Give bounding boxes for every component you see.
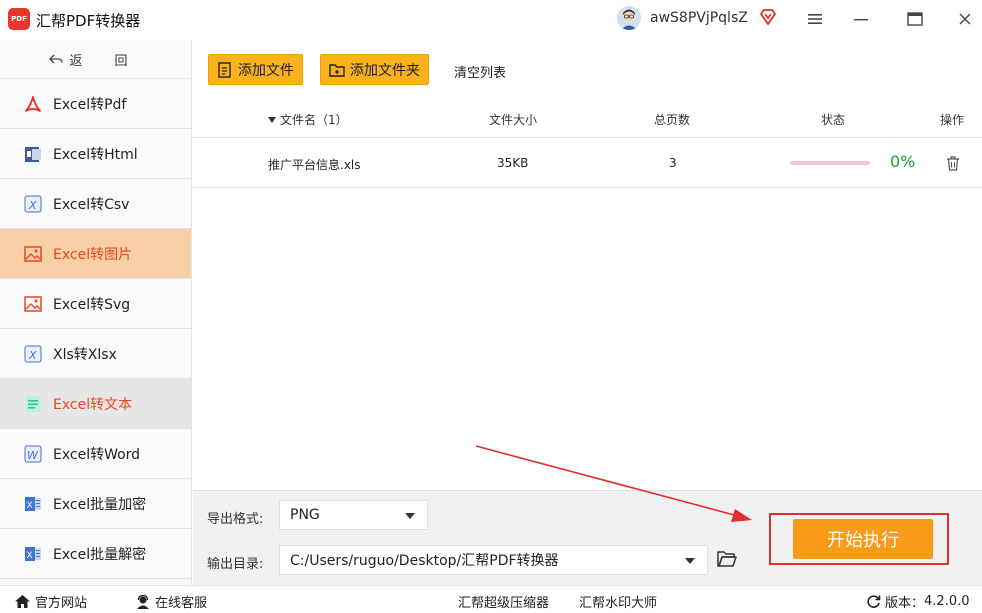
- column-header-status: 状态: [821, 113, 846, 127]
- column-header-action: 操作: [940, 113, 965, 127]
- toolbar: 添加文件 添加文件夹 清空列表: [193, 40, 982, 98]
- sidebar-item-excel-to-csv[interactable]: X Excel转Csv: [0, 179, 191, 229]
- vip-diamond-icon[interactable]: [759, 8, 777, 26]
- word-icon: W: [22, 443, 44, 465]
- sidebar-item-excel-to-text[interactable]: Excel转文本: [0, 379, 191, 429]
- title-bar: PDF 汇帮PDF转换器 awS8PVjPqlsZ: [0, 0, 982, 40]
- user-name[interactable]: awS8PVjPqlsZ: [650, 10, 748, 26]
- format-select-value: PNG: [290, 507, 320, 523]
- file-name: 推广平台信息.xls: [268, 158, 361, 172]
- excel-unlock-icon: X: [22, 543, 44, 565]
- output-dir-label: 输出目录:: [207, 557, 264, 572]
- svg-text:X: X: [27, 501, 33, 511]
- back-arrow-icon: [49, 54, 64, 64]
- svg-text:X: X: [28, 349, 37, 362]
- chevron-down-icon: [685, 558, 695, 564]
- start-button-highlight: 开始执行: [769, 513, 949, 565]
- sidebar-item-label: Excel转Word: [53, 446, 141, 463]
- chevron-down-icon: [405, 513, 415, 519]
- add-folder-button[interactable]: 添加文件夹: [320, 54, 429, 85]
- file-table-header: 文件名（1） 文件大小 总页数 状态 操作: [193, 100, 982, 138]
- minimize-icon[interactable]: [846, 6, 876, 32]
- customer-service-icon: [137, 594, 149, 609]
- footer: 官方网站 在线客服 汇帮超级压缩器 汇帮水印大师 版本： 4.2.0.0: [0, 585, 982, 613]
- home-icon: [15, 595, 30, 608]
- sidebar-item-label: Excel转图片: [53, 246, 133, 263]
- pdf-icon: [22, 93, 44, 115]
- app-title: 汇帮PDF转换器: [36, 12, 141, 30]
- support-link[interactable]: 在线客服: [135, 592, 207, 611]
- sidebar-item-label: Excel转Html: [53, 146, 138, 163]
- trash-icon[interactable]: [945, 155, 961, 171]
- close-icon[interactable]: [950, 6, 980, 32]
- add-folder-label: 添加文件夹: [350, 62, 420, 79]
- file-size: 35KB: [497, 156, 529, 170]
- add-file-button[interactable]: 添加文件: [208, 54, 303, 85]
- website-label: 官方网站: [35, 596, 88, 611]
- sidebar-item-label: Excel转Pdf: [53, 96, 127, 113]
- table-row[interactable]: 推广平台信息.xls 35KB 3 0%: [193, 139, 982, 188]
- sidebar-item-xls-to-xlsx[interactable]: X Xls转Xlsx: [0, 329, 191, 379]
- output-settings-panel: 导出格式: PNG 输出目录: C:/Users/ruguo/Desktop/汇…: [193, 490, 982, 585]
- sidebar-item-label: Excel转Csv: [53, 196, 130, 213]
- version-info: 版本： 4.2.0.0: [866, 592, 970, 611]
- sidebar-item-label: Xls转Xlsx: [53, 346, 117, 363]
- sidebar-item-label: Excel批量加密: [53, 496, 147, 513]
- column-header-name[interactable]: 文件名（1）: [268, 111, 348, 128]
- svg-text:W: W: [27, 449, 39, 462]
- app-logo: PDF: [8, 8, 30, 30]
- excel-icon: X: [22, 343, 44, 365]
- add-folder-icon: [329, 63, 345, 77]
- add-file-icon: [218, 61, 231, 78]
- sidebar-item-label: Excel转文本: [53, 396, 133, 413]
- output-dir-value: C:/Users/ruguo/Desktop/汇帮PDF转换器: [290, 553, 559, 569]
- sidebar-item-excel-to-svg[interactable]: Excel转Svg: [0, 279, 191, 329]
- sidebar: 返 回 Excel转Pdf Excel转Html X Excel转Csv Exc…: [0, 40, 192, 585]
- clear-list-button[interactable]: 清空列表: [454, 62, 506, 81]
- watermark-link[interactable]: 汇帮水印大师: [579, 592, 657, 611]
- start-button[interactable]: 开始执行: [793, 519, 933, 559]
- output-dir-select[interactable]: C:/Users/ruguo/Desktop/汇帮PDF转换器: [279, 545, 708, 575]
- svg-text:X: X: [27, 551, 33, 561]
- version-number: 4.2.0.0: [924, 594, 970, 609]
- progress-bar: [790, 161, 870, 165]
- sidebar-item-excel-to-word[interactable]: W Excel转Word: [0, 429, 191, 479]
- format-select[interactable]: PNG: [279, 500, 428, 530]
- maximize-icon[interactable]: [900, 6, 930, 32]
- sidebar-item-excel-decrypt[interactable]: X Excel批量解密: [0, 529, 191, 579]
- column-header-pages: 总页数: [654, 113, 691, 127]
- sidebar-item-label: Excel转Svg: [53, 296, 131, 313]
- version-label: 版本：: [885, 596, 925, 611]
- sidebar-item-excel-encrypt[interactable]: X Excel批量加密: [0, 479, 191, 529]
- add-file-label: 添加文件: [238, 62, 294, 79]
- page-count: 3: [669, 156, 677, 170]
- compressor-link[interactable]: 汇帮超级压缩器: [458, 592, 549, 611]
- sidebar-item-excel-to-image[interactable]: Excel转图片: [0, 229, 191, 279]
- avatar[interactable]: [617, 6, 641, 30]
- website-link[interactable]: 官方网站: [14, 592, 87, 611]
- text-doc-icon: [22, 393, 44, 415]
- file-list-empty-area: [193, 189, 982, 490]
- html-icon: [22, 143, 44, 165]
- image-icon: [22, 293, 44, 315]
- support-label: 在线客服: [155, 596, 208, 611]
- column-header-name-label: 文件名（1）: [280, 113, 348, 127]
- format-label: 导出格式:: [207, 512, 264, 527]
- image-icon: [22, 243, 44, 265]
- menu-icon[interactable]: [800, 6, 830, 32]
- sort-down-icon: [268, 116, 276, 123]
- progress-percent: 0%: [890, 152, 916, 171]
- back-label: 返 回: [69, 53, 142, 69]
- sidebar-item-excel-to-pdf[interactable]: Excel转Pdf: [0, 79, 191, 129]
- folder-open-icon[interactable]: [717, 550, 737, 568]
- column-header-size: 文件大小: [489, 113, 538, 127]
- refresh-icon: [867, 595, 881, 608]
- sidebar-item-excel-to-html[interactable]: Excel转Html: [0, 129, 191, 179]
- back-button[interactable]: 返 回: [0, 40, 191, 79]
- excel-icon: X: [22, 193, 44, 215]
- sidebar-item-label: Excel批量解密: [53, 546, 147, 563]
- excel-lock-icon: X: [22, 493, 44, 515]
- svg-text:X: X: [28, 199, 37, 212]
